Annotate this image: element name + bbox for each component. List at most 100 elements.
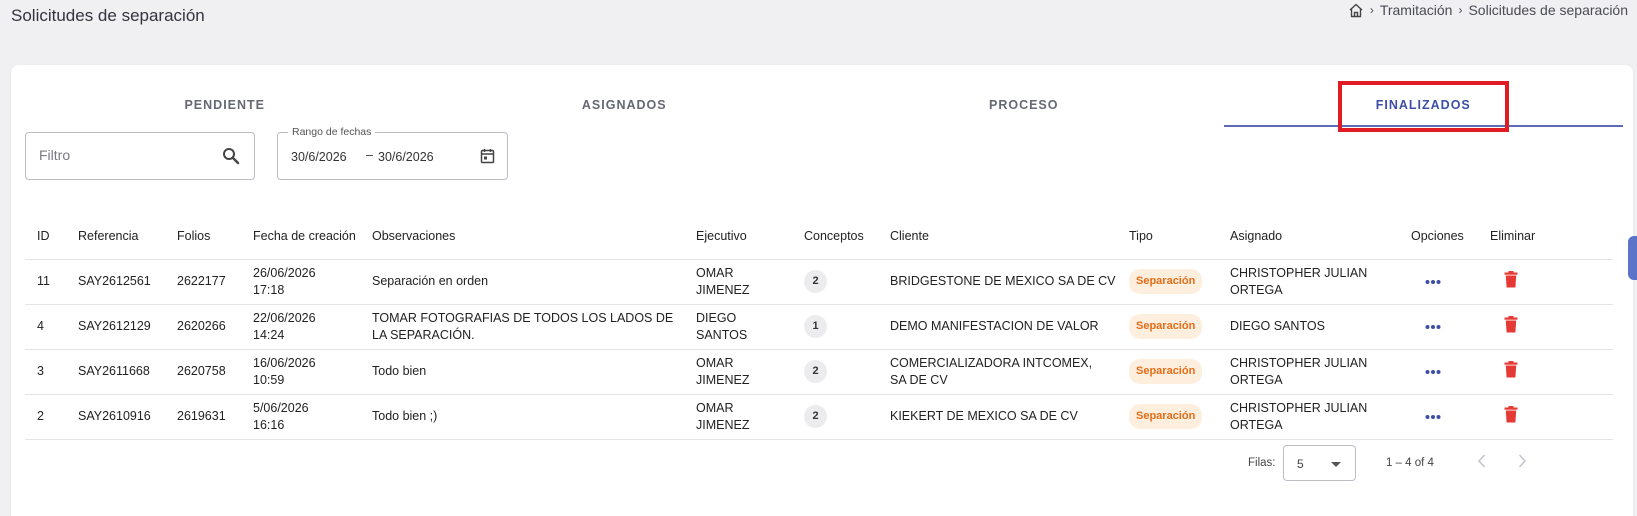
table-row[interactable]: 4 SAY2612129 2620266 22/06/2026 14:24 TO… bbox=[25, 303, 1613, 349]
cell-asignado: CHRISTOPHER JULIAN ORTEGA bbox=[1218, 258, 1399, 304]
column-header-id[interactable]: ID bbox=[25, 214, 66, 259]
conceptos-badge: 1 bbox=[804, 315, 827, 338]
cell-id: 3 bbox=[25, 348, 66, 394]
cell-conceptos: 2 bbox=[792, 393, 878, 440]
column-header-ejecutivo[interactable]: Ejecutivo bbox=[684, 214, 792, 259]
home-icon[interactable] bbox=[1348, 3, 1364, 18]
cell-opciones bbox=[1399, 393, 1478, 440]
cell-cliente: DEMO MANIFESTACION DE VALOR bbox=[878, 303, 1117, 349]
tab-pendiente[interactable]: PENDIENTE bbox=[25, 83, 425, 127]
cell-eliminar bbox=[1478, 258, 1613, 304]
caret-down-icon bbox=[1331, 462, 1341, 467]
cell-observaciones: Separación en orden bbox=[360, 258, 684, 304]
table-header-row: ID Referencia Folios Fecha de creación O… bbox=[25, 214, 1613, 259]
more-options-icon[interactable] bbox=[1425, 409, 1441, 423]
delete-icon[interactable] bbox=[1504, 315, 1518, 336]
cell-ejecutivo: OMAR JIMENEZ bbox=[684, 258, 792, 304]
cell-id: 4 bbox=[25, 303, 66, 349]
date-range-label: Rango de fechas bbox=[288, 126, 376, 138]
cell-opciones bbox=[1399, 258, 1478, 304]
tipo-badge: Separación bbox=[1129, 314, 1203, 339]
calendar-icon[interactable] bbox=[480, 148, 495, 169]
column-header-opciones: Opciones bbox=[1411, 228, 1464, 243]
search-icon[interactable] bbox=[222, 147, 240, 170]
date-start[interactable]: 30/6/2026 bbox=[291, 150, 347, 164]
table-row[interactable]: 11 SAY2612561 2622177 26/06/2026 17:18 S… bbox=[25, 258, 1613, 304]
date-end[interactable]: 30/6/2026 bbox=[378, 150, 434, 164]
cell-fecha: 16/06/2026 10:59 bbox=[241, 348, 360, 394]
column-header-folios[interactable]: Folios bbox=[165, 214, 241, 259]
tipo-badge: Separación bbox=[1129, 269, 1203, 294]
cell-opciones bbox=[1399, 303, 1478, 349]
chevron-right-icon: › bbox=[1458, 3, 1463, 17]
column-header-referencia[interactable]: Referencia bbox=[66, 214, 165, 259]
chevron-right-icon[interactable] bbox=[1517, 453, 1527, 472]
delete-icon[interactable] bbox=[1504, 360, 1518, 381]
cell-conceptos: 1 bbox=[792, 303, 878, 349]
breadcrumb-item-tramitacion[interactable]: Tramitación bbox=[1380, 2, 1453, 18]
cell-id: 11 bbox=[25, 258, 66, 304]
cell-tipo: Separación bbox=[1117, 348, 1218, 394]
cell-eliminar bbox=[1478, 393, 1613, 440]
table-row[interactable]: 2 SAY2610916 2619631 5/06/2026 16:16 Tod… bbox=[25, 393, 1613, 440]
tab-asignados[interactable]: ASIGNADOS bbox=[425, 83, 825, 127]
more-options-icon[interactable] bbox=[1425, 319, 1441, 333]
column-header-conceptos[interactable]: Conceptos bbox=[792, 214, 878, 259]
cell-referencia: SAY2610916 bbox=[66, 393, 165, 440]
page-range: 1 – 4 of 4 bbox=[1386, 457, 1434, 469]
cell-referencia: SAY2612561 bbox=[66, 258, 165, 304]
column-header-observaciones[interactable]: Observaciones bbox=[360, 214, 684, 259]
cell-eliminar bbox=[1478, 348, 1613, 394]
more-options-icon[interactable] bbox=[1425, 274, 1441, 288]
conceptos-badge: 2 bbox=[804, 360, 827, 383]
cell-fecha: 5/06/2026 16:16 bbox=[241, 393, 360, 440]
cell-folios: 2622177 bbox=[165, 258, 241, 304]
cell-fecha: 22/06/2026 14:24 bbox=[241, 303, 360, 349]
cell-observaciones: Todo bien ;) bbox=[360, 393, 684, 440]
conceptos-badge: 2 bbox=[804, 270, 827, 293]
cell-id: 2 bbox=[25, 393, 66, 440]
delete-icon[interactable] bbox=[1504, 405, 1518, 426]
cell-folios: 2620266 bbox=[165, 303, 241, 349]
cell-eliminar bbox=[1478, 303, 1613, 349]
column-header-asignado[interactable]: Asignado bbox=[1218, 214, 1399, 259]
pagination: Filas: 5 1 – 4 of 4 bbox=[11, 445, 1611, 481]
breadcrumb: › Tramitación › Solicitudes de separació… bbox=[1348, 2, 1628, 18]
tab-proceso[interactable]: PROCESO bbox=[824, 83, 1224, 127]
side-panel-toggle[interactable] bbox=[1628, 236, 1637, 280]
cell-folios: 2620758 bbox=[165, 348, 241, 394]
column-header-fecha[interactable]: Fecha de creación bbox=[241, 214, 360, 259]
filter-input[interactable] bbox=[39, 147, 209, 163]
conceptos-badge: 2 bbox=[804, 405, 827, 428]
cell-tipo: Separación bbox=[1117, 393, 1218, 440]
cell-tipo: Separación bbox=[1117, 303, 1218, 349]
breadcrumb-item-current: Solicitudes de separación bbox=[1468, 2, 1628, 18]
cell-observaciones: Todo bien bbox=[360, 348, 684, 394]
requests-table: ID Referencia Folios Fecha de creación O… bbox=[25, 214, 1613, 440]
cell-ejecutivo: OMAR JIMENEZ bbox=[684, 348, 792, 394]
column-header-eliminar: Eliminar bbox=[1490, 228, 1536, 243]
filter-field[interactable] bbox=[25, 132, 255, 180]
rows-per-page-select[interactable]: 5 bbox=[1283, 445, 1356, 481]
cell-conceptos: 2 bbox=[792, 348, 878, 394]
column-header-cliente[interactable]: Cliente bbox=[878, 214, 1117, 259]
more-options-icon[interactable] bbox=[1425, 364, 1441, 378]
date-range-field[interactable]: Rango de fechas 30/6/2026 – 30/6/2026 bbox=[277, 126, 508, 180]
cell-referencia: SAY2612129 bbox=[66, 303, 165, 349]
cell-asignado: CHRISTOPHER JULIAN ORTEGA bbox=[1218, 348, 1399, 394]
delete-icon[interactable] bbox=[1504, 270, 1518, 291]
chevron-left-icon[interactable] bbox=[1477, 453, 1487, 472]
status-tabs: PENDIENTE ASIGNADOS PROCESO FINALIZADOS bbox=[25, 83, 1623, 127]
cell-referencia: SAY2611668 bbox=[66, 348, 165, 394]
main-card: PENDIENTE ASIGNADOS PROCESO FINALIZADOS … bbox=[11, 65, 1633, 516]
rows-per-page-label: Filas: bbox=[1248, 457, 1276, 469]
table-row[interactable]: 3 SAY2611668 2620758 16/06/2026 10:59 To… bbox=[25, 348, 1613, 394]
cell-opciones bbox=[1399, 348, 1478, 394]
cell-fecha: 26/06/2026 17:18 bbox=[241, 258, 360, 304]
column-header-tipo[interactable]: Tipo bbox=[1117, 214, 1218, 259]
cell-asignado: DIEGO SANTOS bbox=[1218, 303, 1399, 349]
cell-asignado: CHRISTOPHER JULIAN ORTEGA bbox=[1218, 393, 1399, 440]
tipo-badge: Separación bbox=[1129, 404, 1203, 429]
tab-finalizados[interactable]: FINALIZADOS bbox=[1223, 83, 1624, 127]
tipo-badge: Separación bbox=[1129, 359, 1203, 384]
